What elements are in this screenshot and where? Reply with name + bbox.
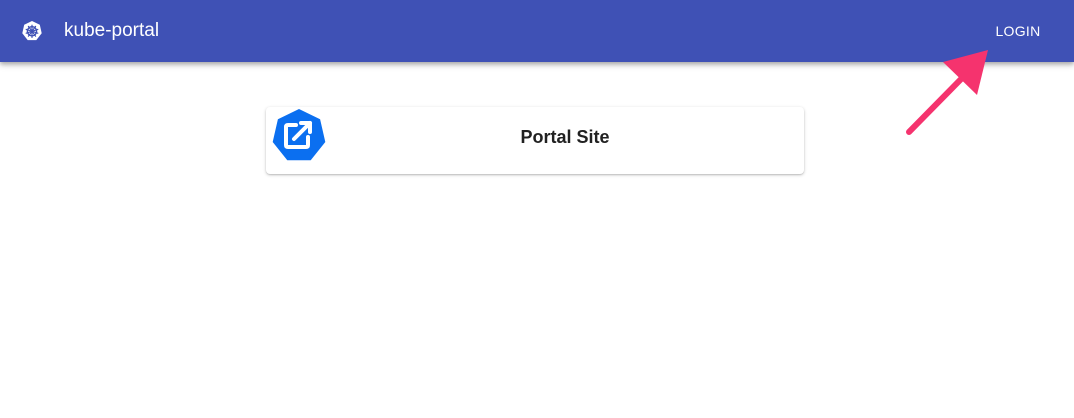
card-title: Portal Site (520, 127, 610, 147)
kubernetes-helm-icon (22, 21, 42, 41)
app-bar: kube-portal LOGIN (0, 0, 1074, 62)
app-title: kube-portal (64, 20, 160, 41)
portal-site-card[interactable]: Portal Site (266, 107, 804, 174)
login-button[interactable]: LOGIN (982, 16, 1054, 46)
external-link-icon (272, 109, 326, 161)
annotation-arrow-icon (906, 50, 988, 135)
